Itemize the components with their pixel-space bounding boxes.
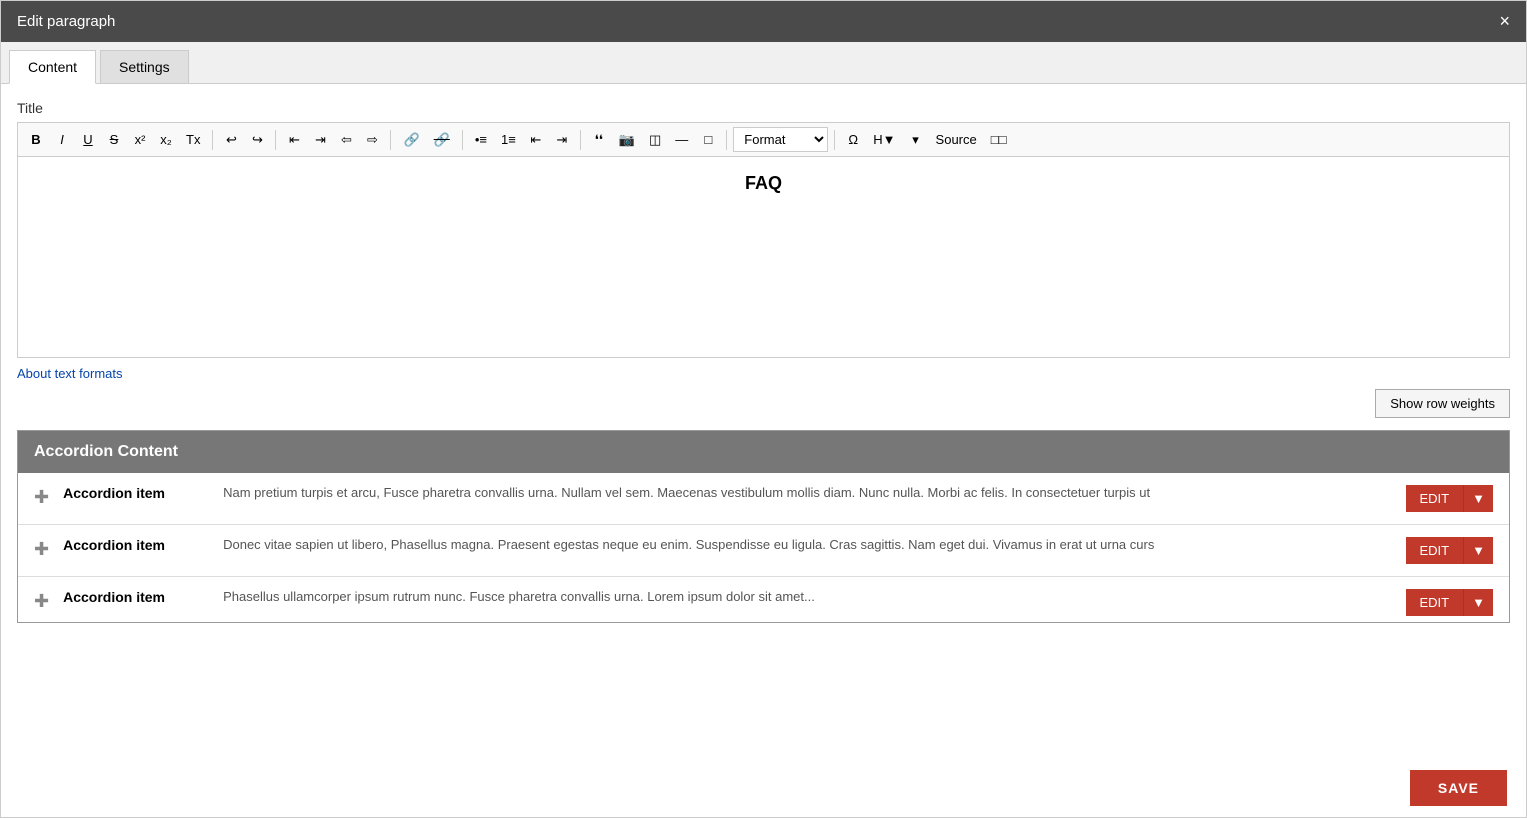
accordion-item-actions: EDIT ▼ [1406, 537, 1494, 564]
show-row-weights-button[interactable]: Show row weights [1375, 389, 1510, 418]
modal-header: Edit paragraph × [1, 1, 1526, 42]
separator-3 [390, 130, 391, 150]
heading-button[interactable]: H▼ [867, 128, 901, 151]
accordion-header: Accordion Content [18, 431, 1509, 473]
edit-dropdown-button-2[interactable]: ▼ [1463, 589, 1493, 616]
drag-handle-icon[interactable]: ✚ [34, 485, 49, 508]
tab-content[interactable]: Content [9, 50, 96, 84]
tab-bar: Content Settings [1, 42, 1526, 84]
accordion-item-title: Accordion item [63, 589, 223, 605]
tab-settings[interactable]: Settings [100, 50, 189, 83]
separator-4 [462, 130, 463, 150]
show-row-weights-area: Show row weights [17, 381, 1510, 426]
unlink-button[interactable]: 🔗 [428, 128, 456, 152]
align-center-button[interactable]: ⇥ [308, 128, 332, 152]
align-left-button[interactable]: ⇤ [282, 128, 306, 152]
accordion-item: ✚ Accordion item Nam pretium turpis et a… [18, 473, 1509, 525]
accordion-item-text: Donec vitae sapien ut libero, Phasellus … [223, 537, 1389, 552]
bold-button[interactable]: B [24, 128, 48, 151]
superscript-button[interactable]: x² [128, 128, 152, 151]
omega-button[interactable]: Ω [841, 128, 865, 151]
ordered-list-button[interactable]: 1≡ [495, 128, 522, 151]
drag-handle-icon[interactable]: ✚ [34, 537, 49, 560]
blockquote-button[interactable]: ❛❛ [587, 128, 611, 152]
edit-button-2[interactable]: EDIT [1406, 589, 1464, 616]
save-button[interactable]: SAVE [1410, 770, 1507, 806]
hr-button[interactable]: — [669, 128, 694, 151]
special-char-button[interactable]: □ [696, 128, 720, 151]
about-formats-link[interactable]: About text formats [17, 366, 1510, 381]
separator-5 [580, 130, 581, 150]
separator-2 [275, 130, 276, 150]
strikethrough-button[interactable]: S [102, 128, 126, 151]
editor-container: B I U S x² x₂ Tx ↩ ↪ ⇤ ⇥ ⇦ ⇨ 🔗 🔗 •≡ [17, 122, 1510, 358]
modal-title: Edit paragraph [17, 13, 115, 30]
edit-dropdown-button-0[interactable]: ▼ [1463, 485, 1493, 512]
link-button[interactable]: 🔗 [397, 128, 425, 152]
fullscreen-button[interactable]: □□ [985, 128, 1013, 151]
accordion-item: ✚ Accordion item Phasellus ullamcorper i… [18, 577, 1509, 622]
unordered-list-button[interactable]: •≡ [469, 128, 493, 151]
accordion-item-text: Nam pretium turpis et arcu, Fusce pharet… [223, 485, 1389, 500]
undo-button[interactable]: ↩ [219, 128, 243, 152]
align-justify-button[interactable]: ⇨ [360, 128, 384, 152]
edit-dropdown-button-1[interactable]: ▼ [1463, 537, 1493, 564]
subscript-button[interactable]: x₂ [154, 128, 178, 151]
accordion-section: Accordion Content ✚ Accordion item Nam p… [17, 430, 1510, 623]
editor-toolbar: B I U S x² x₂ Tx ↩ ↪ ⇤ ⇥ ⇦ ⇨ 🔗 🔗 •≡ [18, 123, 1509, 157]
accordion-item-text: Phasellus ullamcorper ipsum rutrum nunc.… [223, 589, 1389, 604]
source-button[interactable]: Source [930, 128, 983, 151]
save-bar: SAVE [1390, 758, 1527, 818]
italic-button[interactable]: I [50, 128, 74, 151]
drag-handle-icon[interactable]: ✚ [34, 589, 49, 612]
accordion-item-title: Accordion item [63, 537, 223, 553]
separator-6 [726, 130, 727, 150]
modal-close-button[interactable]: × [1499, 11, 1510, 32]
editor-content-text: FAQ [34, 173, 1493, 194]
editor-content-area[interactable]: FAQ [18, 157, 1509, 357]
separator-7 [834, 130, 835, 150]
title-label: Title [17, 100, 1510, 116]
format-select[interactable]: Format Paragraph Heading 1 Heading 2 [733, 127, 828, 152]
accordion-item-actions: EDIT ▼ [1406, 589, 1494, 616]
clear-format-button[interactable]: Tx [180, 128, 206, 151]
modal-body: Title B I U S x² x₂ Tx ↩ ↪ ⇤ ⇥ ⇦ ⇨ � [1, 84, 1526, 639]
modal-wrapper: Edit paragraph × Content Settings Title … [0, 0, 1527, 818]
accordion-item-actions: EDIT ▼ [1406, 485, 1494, 512]
image-button[interactable]: 📷 [613, 128, 641, 152]
outdent-button[interactable]: ⇤ [524, 128, 548, 152]
underline-button[interactable]: U [76, 128, 100, 151]
edit-button-1[interactable]: EDIT [1406, 537, 1464, 564]
separator-1 [212, 130, 213, 150]
accordion-item-title: Accordion item [63, 485, 223, 501]
edit-button-0[interactable]: EDIT [1406, 485, 1464, 512]
accordion-item: ✚ Accordion item Donec vitae sapien ut l… [18, 525, 1509, 577]
lang-button[interactable]: ▾ [904, 128, 928, 152]
align-right-button[interactable]: ⇦ [334, 128, 358, 152]
table-button[interactable]: ◫ [643, 128, 667, 152]
indent-button[interactable]: ⇥ [550, 128, 574, 152]
redo-button[interactable]: ↪ [245, 128, 269, 152]
